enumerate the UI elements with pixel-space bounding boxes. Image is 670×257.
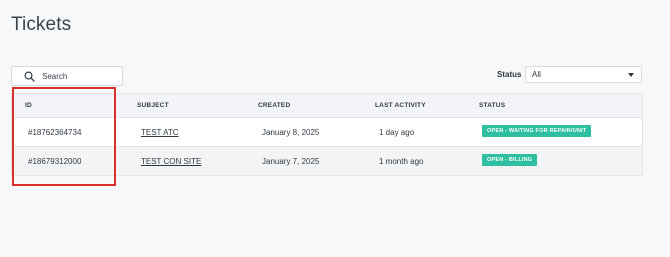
- ticket-subject-link[interactable]: TEST ATC: [141, 128, 179, 137]
- status-filter-select[interactable]: All: [525, 66, 642, 83]
- id-column-highlight: [12, 87, 116, 186]
- column-header-subject[interactable]: SUBJECT: [137, 102, 169, 109]
- ticket-created: January 8, 2025: [262, 128, 320, 137]
- column-header-status[interactable]: STATUS: [479, 102, 505, 109]
- ticket-subject-link[interactable]: TEST CON SITE: [141, 157, 201, 166]
- ticket-last-activity: 1 month ago: [379, 157, 424, 166]
- search-input[interactable]: [42, 71, 112, 81]
- status-badge: OPEN - BILLING: [482, 154, 538, 166]
- search-icon: [21, 68, 37, 84]
- column-header-created[interactable]: CREATED: [258, 102, 290, 109]
- ticket-created: January 7, 2025: [262, 157, 320, 166]
- ticket-last-activity: 1 day ago: [379, 128, 415, 137]
- chevron-down-icon: [628, 72, 634, 77]
- status-filter-label: Status: [497, 70, 522, 79]
- page-title: Tickets: [11, 14, 72, 35]
- search-box[interactable]: [11, 66, 123, 86]
- status-filter-value: All: [532, 70, 541, 79]
- status-badge: OPEN - WAITING FOR REPAIR/UNIT: [482, 125, 592, 137]
- column-header-last-activity[interactable]: LAST ACTIVITY: [375, 102, 426, 109]
